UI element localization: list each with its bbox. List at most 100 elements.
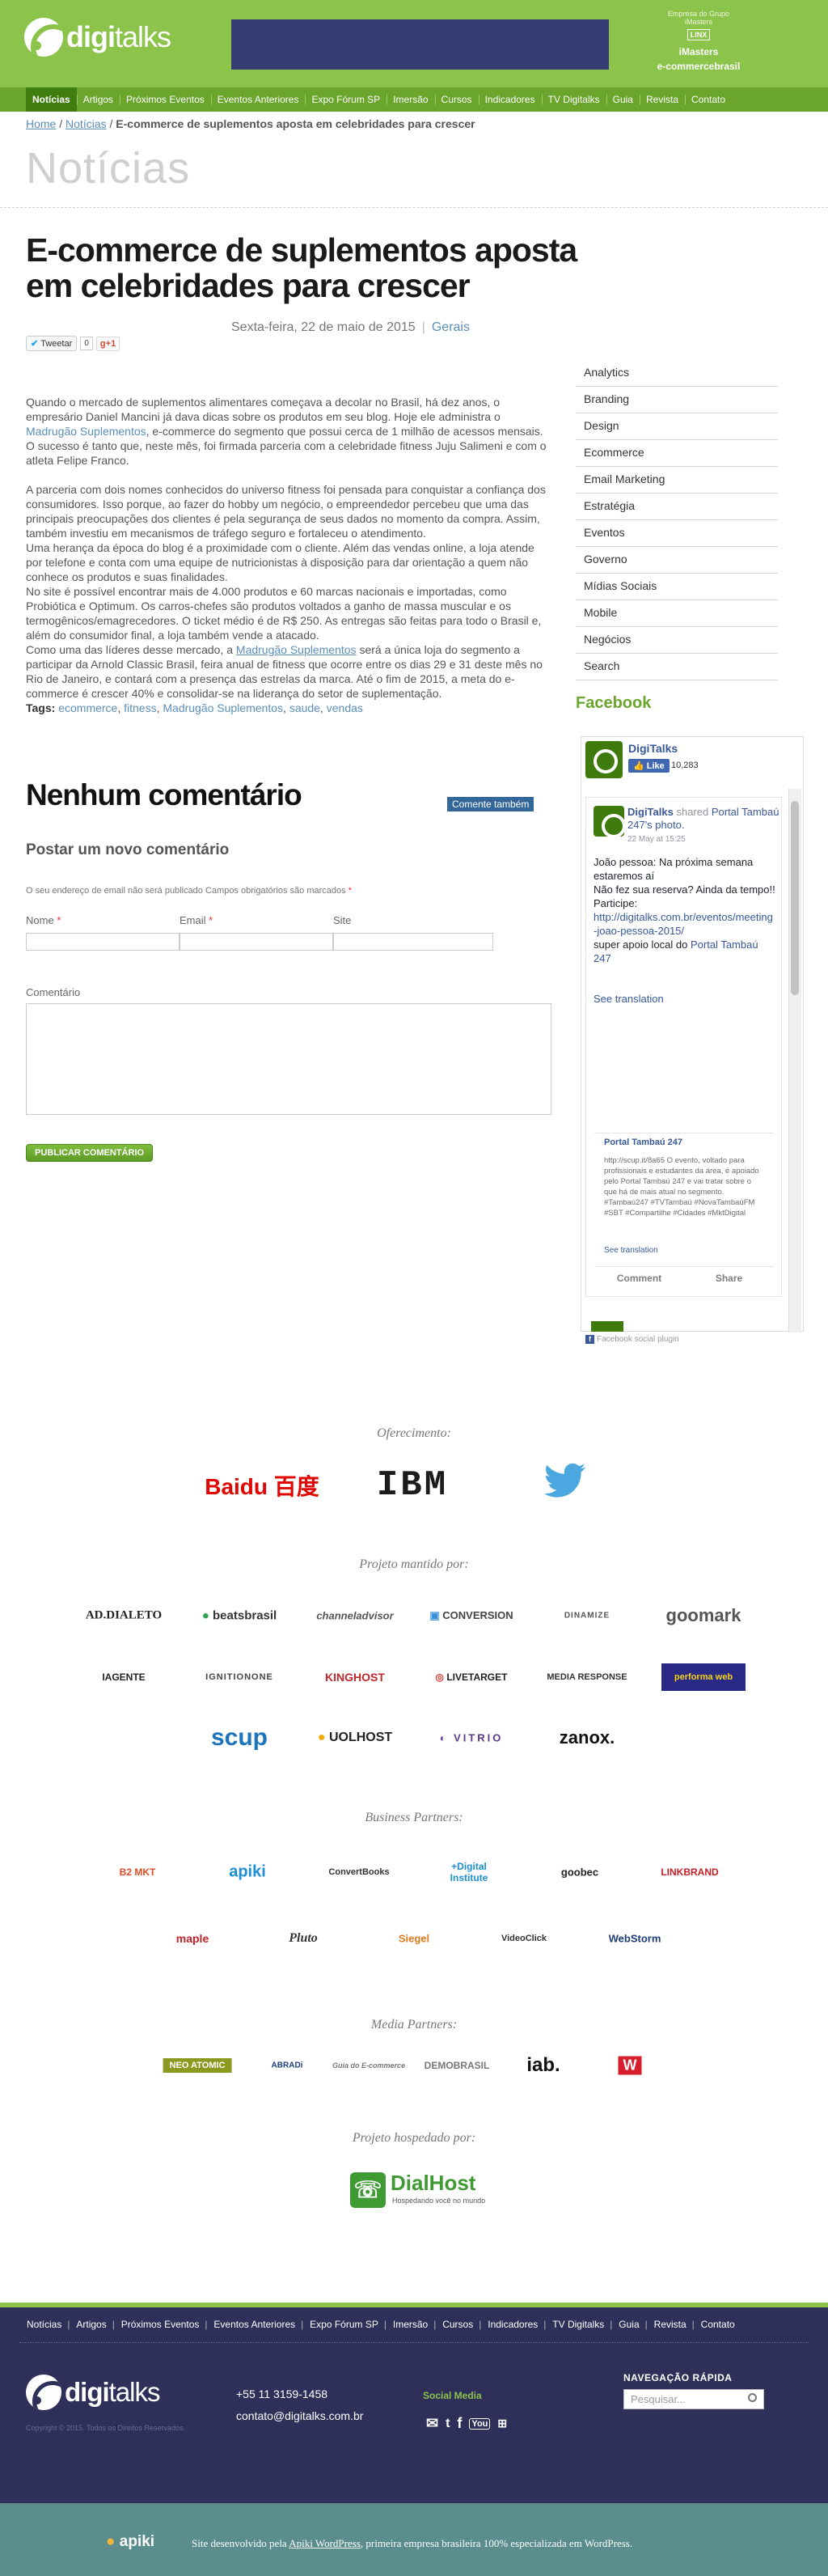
- sidebar-item-negocios[interactable]: Negócios: [576, 627, 778, 654]
- footer-nav-artigos[interactable]: Artigos: [67, 2319, 113, 2330]
- nav-item-noticias[interactable]: Notícias: [26, 87, 77, 112]
- footer-nav-noticias[interactable]: Notícias: [19, 2319, 69, 2330]
- nav-item-cursos[interactable]: Cursos: [434, 87, 479, 112]
- sidebar-item-analytics[interactable]: Analytics: [576, 360, 778, 387]
- apiki-logo[interactable]: ● apiki: [106, 2533, 154, 2551]
- publish-comment-button[interactable]: PUBLICAR COMENTÁRIO: [26, 1144, 154, 1162]
- nav-item-tv-digitalks[interactable]: TV Digitalks: [541, 87, 606, 112]
- sponsor-uolhost[interactable]: ● UOLHOST: [318, 1731, 392, 1745]
- sidebar-item-ecommerce[interactable]: Ecommerce: [576, 440, 778, 467]
- sponsor-channeladvisor[interactable]: channeladvisor: [316, 1610, 393, 1622]
- partner-apiki[interactable]: apiki: [229, 1863, 266, 1882]
- sponsor-performa-web[interactable]: performa web: [661, 1663, 746, 1691]
- ecommercebrasil-logo[interactable]: e-commercebrasil: [653, 61, 744, 72]
- sidebar-item-governo[interactable]: Governo: [576, 547, 778, 574]
- article-category[interactable]: Gerais: [432, 320, 470, 334]
- fb-like-button[interactable]: 👍 Like: [628, 759, 670, 773]
- footer-nav-eventos-anteriores[interactable]: Eventos Anteriores: [205, 2319, 302, 2330]
- nav-item-imersao[interactable]: Imersão: [387, 87, 434, 112]
- media-iab[interactable]: iab.: [526, 2054, 560, 2077]
- partner-digital-institute[interactable]: +Digital Institute: [436, 1861, 502, 1883]
- tweet-button[interactable]: ✔ Tweetar: [26, 336, 78, 351]
- media-w[interactable]: W: [618, 2056, 642, 2075]
- tag-link[interactable]: fitness: [124, 701, 156, 714]
- sponsor-vitrio[interactable]: ◐ VITRIO: [440, 1732, 504, 1744]
- footer-nav-proximos-eventos[interactable]: Próximos Eventos: [112, 2319, 207, 2330]
- fb-shared-title[interactable]: Portal Tambaú 247: [604, 1138, 682, 1147]
- footer-nav-tv-digitalks[interactable]: TV Digitalks: [543, 2319, 611, 2330]
- sponsor-iagente[interactable]: IAGENTE: [102, 1671, 145, 1683]
- imasters-logo[interactable]: iMasters: [653, 46, 744, 57]
- footer-nav-indicadores[interactable]: Indicadores: [479, 2319, 545, 2330]
- tag-link[interactable]: Madrugão Suplementos: [163, 701, 283, 714]
- linx-logo[interactable]: LINX: [686, 29, 711, 40]
- nav-item-revista[interactable]: Revista: [639, 87, 685, 112]
- sponsor-twitter[interactable]: [543, 1463, 587, 1508]
- apiki-link[interactable]: Apiki WordPress: [289, 2537, 361, 2549]
- sidebar-item-midias-sociais[interactable]: Mídias Sociais: [576, 574, 778, 600]
- email-field[interactable]: [180, 933, 333, 951]
- sidebar-item-estrategia[interactable]: Estratégia: [576, 494, 778, 520]
- tag-link[interactable]: saude: [289, 701, 320, 714]
- footer-nav-guia[interactable]: Guia: [610, 2319, 646, 2330]
- partner-linkbrand[interactable]: LINKBRAND: [661, 1866, 718, 1878]
- sponsor-zanox[interactable]: zanox.: [560, 1727, 615, 1748]
- digitalks-logo[interactable]: digitalks: [24, 18, 171, 57]
- nav-item-indicadores[interactable]: Indicadores: [478, 87, 542, 112]
- media-neo-atomic[interactable]: NEO ATOMIC: [163, 2058, 232, 2073]
- fb-page-name[interactable]: DigiTalks: [628, 742, 678, 755]
- sidebar-item-email-marketing[interactable]: Email Marketing: [576, 467, 778, 494]
- youtube-icon[interactable]: You: [469, 2417, 491, 2430]
- footer-nav-imersao[interactable]: Imersão: [384, 2319, 435, 2330]
- sponsor-beatsbrasil[interactable]: ● beatsbrasil: [202, 1609, 277, 1623]
- media-demobrasil[interactable]: DEMOBRASIL: [425, 2060, 490, 2071]
- media-guia-ecommerce[interactable]: Guia do E-commerce: [332, 2061, 405, 2070]
- partner-goobec[interactable]: goobec: [561, 1866, 598, 1879]
- digitalks-avatar[interactable]: [585, 741, 623, 778]
- ad-banner[interactable]: [231, 19, 609, 70]
- facebook-icon[interactable]: f: [457, 2415, 462, 2432]
- footer-nav-contato[interactable]: Contato: [692, 2319, 742, 2330]
- footer-search-input[interactable]: Pesquisar...: [623, 2389, 764, 2409]
- partner-videoclick[interactable]: VideoClick: [501, 1934, 547, 1943]
- sponsor-dinamize[interactable]: DINAMIZE: [564, 1612, 610, 1621]
- madrugao-link[interactable]: Madrugão Suplementos: [26, 425, 146, 438]
- site-field[interactable]: [333, 933, 493, 951]
- partner-maple[interactable]: maple: [176, 1932, 209, 1945]
- sponsor-goomark[interactable]: goomark: [666, 1605, 741, 1626]
- madrugao-link[interactable]: Madrugão Suplementos: [236, 643, 357, 656]
- partner-convertbooks[interactable]: ConvertBooks: [328, 1867, 389, 1877]
- sponsor-kinghost[interactable]: KINGHOST: [325, 1671, 385, 1684]
- search-icon[interactable]: [748, 2393, 757, 2402]
- nav-item-guia[interactable]: Guia: [606, 87, 640, 112]
- breadcrumb-home[interactable]: Home: [26, 117, 56, 130]
- footer-nav-cursos[interactable]: Cursos: [433, 2319, 480, 2330]
- fb-see-translation[interactable]: See translation: [594, 993, 664, 1005]
- twitter-icon[interactable]: t: [446, 2417, 450, 2431]
- footer-email[interactable]: contato@digitalks.com.br: [236, 2409, 363, 2422]
- name-field[interactable]: [26, 933, 180, 951]
- tag-link[interactable]: vendas: [327, 701, 363, 714]
- fb-post-time[interactable]: 22 May at 15:25: [627, 835, 686, 844]
- breadcrumb-section[interactable]: Notícias: [65, 117, 107, 130]
- fb-shared-translation[interactable]: See translation: [604, 1246, 658, 1255]
- sidebar-item-design[interactable]: Design: [576, 413, 778, 440]
- comment-textarea[interactable]: [26, 1003, 551, 1115]
- media-abradi[interactable]: ABRADi: [272, 2061, 303, 2070]
- sponsor-conversion[interactable]: ▣ CONVERSION: [429, 1609, 513, 1622]
- sponsor-baidu[interactable]: Baidu 百度: [205, 1469, 319, 1502]
- sponsor-scup[interactable]: scup: [211, 1724, 268, 1752]
- partner-pluto[interactable]: Pluto: [289, 1931, 318, 1946]
- rss-icon[interactable]: ⊞: [497, 2417, 507, 2430]
- fb-post-avatar[interactable]: [594, 806, 626, 838]
- nav-item-contato[interactable]: Contato: [685, 87, 732, 112]
- footer-nav-expo-forum[interactable]: Expo Fórum SP: [301, 2319, 386, 2330]
- partner-b2mkt[interactable]: B2 MKT: [120, 1866, 156, 1878]
- fb-share-button[interactable]: Share: [684, 1267, 774, 1290]
- nav-item-expo-forum[interactable]: Expo Fórum SP: [305, 87, 387, 112]
- sponsor-livetarget[interactable]: ◎ LIVETARGET: [436, 1671, 508, 1683]
- fb-post-link[interactable]: http://digitalks.com.br/eventos/meeting-…: [594, 910, 775, 938]
- sidebar-item-search[interactable]: Search: [576, 654, 778, 680]
- sponsor-ignitionone[interactable]: IGNITIONONE: [205, 1672, 273, 1682]
- sidebar-item-eventos[interactable]: Eventos: [576, 520, 778, 547]
